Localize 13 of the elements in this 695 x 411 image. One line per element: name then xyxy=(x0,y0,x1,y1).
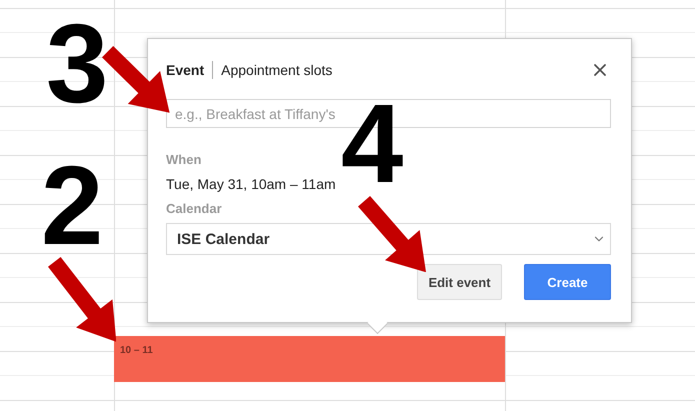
arrow-icon xyxy=(358,196,426,272)
calendar-label: Calendar xyxy=(166,201,223,216)
calendar-select[interactable]: ISE Calendar xyxy=(166,223,611,255)
event-time: 10 – 11 xyxy=(120,345,153,356)
when-value: Tue, May 31, 10am – 11am xyxy=(166,176,337,192)
when-label: When xyxy=(166,152,202,167)
tab[interactable]: Event xyxy=(166,62,204,78)
step-number: 2 xyxy=(41,150,104,262)
arrow-icon xyxy=(48,257,116,342)
edit-button[interactable]: Edit event xyxy=(417,264,502,300)
step-number: 3 xyxy=(46,8,108,120)
tab[interactable]: Appointment slots xyxy=(221,62,332,78)
create-button[interactable]: Create xyxy=(524,264,611,300)
